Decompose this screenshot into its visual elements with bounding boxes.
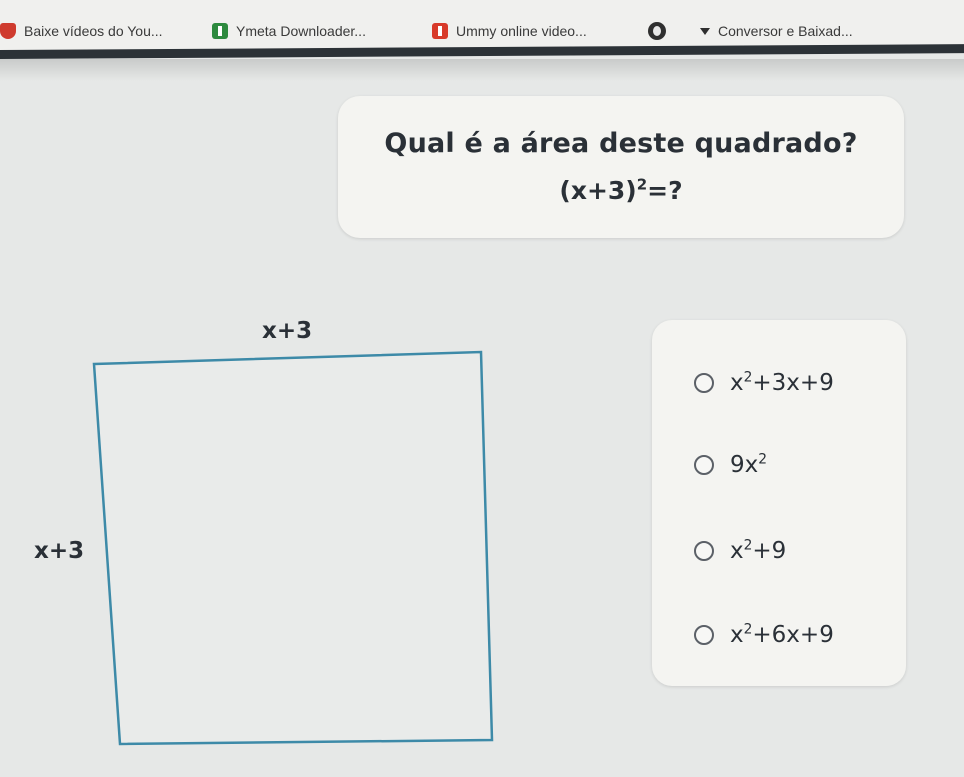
square-shape	[92, 350, 494, 746]
option-label: x2+3x+9	[730, 370, 834, 396]
option-exponent: 2	[758, 451, 768, 468]
radio-button[interactable]	[694, 541, 714, 561]
option-term: +6x+9	[752, 622, 834, 648]
option-term: +9	[752, 538, 787, 564]
option-2[interactable]: 9x2	[694, 448, 767, 482]
option-label: x2+9	[730, 538, 786, 564]
option-term: x	[730, 622, 744, 648]
radio-button[interactable]	[694, 373, 714, 393]
option-term: x	[730, 538, 744, 564]
radio-button[interactable]	[694, 455, 714, 475]
answer-options-card: x2+3x+9 9x2 x2+9 x2+6x+9	[652, 320, 906, 686]
option-3[interactable]: x2+9	[694, 534, 786, 568]
option-1[interactable]: x2+3x+9	[694, 366, 834, 400]
option-term: +3x+9	[752, 370, 834, 396]
option-4[interactable]: x2+6x+9	[694, 618, 834, 652]
option-label: 9x2	[730, 452, 767, 478]
radio-button[interactable]	[694, 625, 714, 645]
option-term: 9x	[730, 452, 759, 478]
option-term: x	[730, 370, 744, 396]
option-label: x2+6x+9	[730, 622, 834, 648]
